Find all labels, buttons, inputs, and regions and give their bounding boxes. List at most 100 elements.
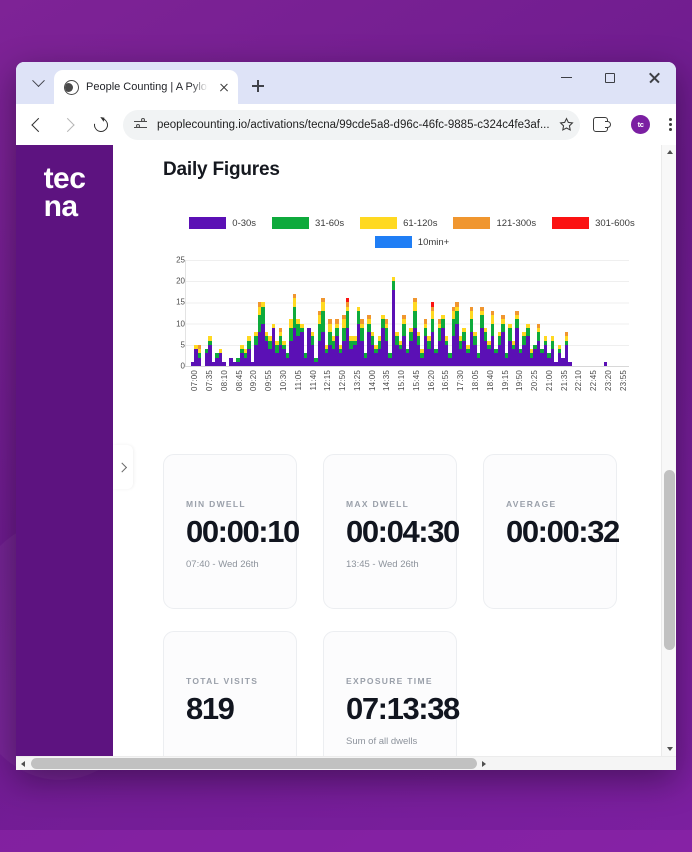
x-tick-label: 14:35 bbox=[382, 370, 391, 391]
stat-card: MIN DWELL00:00:1007:40 - Wed 26th bbox=[163, 454, 297, 609]
back-button[interactable] bbox=[22, 110, 52, 140]
browser-tabstrip: People Counting | A Pylon One bbox=[16, 62, 676, 104]
x-tick-label: 12:50 bbox=[338, 370, 347, 391]
chart-bars bbox=[186, 260, 629, 366]
site-settings-icon[interactable] bbox=[134, 119, 148, 131]
legend-label: 61-120s bbox=[403, 218, 437, 229]
legend-label: 31-60s bbox=[315, 218, 344, 229]
chart-bar-segment bbox=[413, 311, 417, 328]
scroll-down-button[interactable] bbox=[662, 742, 676, 756]
chart-bar-segment bbox=[371, 336, 375, 344]
legend-item[interactable]: 0-30s bbox=[189, 217, 256, 229]
y-tick-label: 15 bbox=[176, 298, 185, 307]
x-tick-label: 08:10 bbox=[220, 370, 229, 391]
scroll-right-button[interactable] bbox=[477, 757, 491, 771]
stat-card-label: EXPOSURE TIME bbox=[346, 676, 456, 686]
x-tick-label: 21:00 bbox=[545, 370, 554, 391]
horizontal-scrollbar[interactable] bbox=[16, 756, 676, 770]
logo-line-2: na bbox=[44, 193, 86, 221]
minimize-icon bbox=[561, 77, 572, 79]
dwell-time-chart: 0-30s 31-60s 61-120s 121-300s 301-600s 10min… bbox=[163, 217, 661, 410]
close-button[interactable] bbox=[632, 62, 676, 93]
chart-bar-segment bbox=[293, 298, 297, 306]
chart-bar-segment bbox=[515, 319, 519, 327]
chart-bar-segment bbox=[470, 311, 474, 319]
chart-bar-segment bbox=[247, 341, 251, 349]
chart-bar-segment bbox=[431, 311, 435, 319]
chart-bar[interactable] bbox=[198, 345, 202, 366]
x-tick-label: 18:40 bbox=[486, 370, 495, 391]
page-title: Daily Figures bbox=[163, 159, 661, 181]
legend-item[interactable]: 10min+ bbox=[375, 236, 449, 248]
x-tick-label: 08:45 bbox=[235, 370, 244, 391]
vertical-scrollbar-thumb[interactable] bbox=[664, 470, 675, 650]
x-tick-label: 21:35 bbox=[560, 370, 569, 391]
x-tick-label: 23:20 bbox=[604, 370, 613, 391]
legend-item[interactable]: 121-300s bbox=[453, 217, 536, 229]
legend-swatch bbox=[375, 236, 412, 248]
chart-plot-area bbox=[185, 260, 629, 366]
sidebar-expand-button[interactable] bbox=[113, 445, 133, 489]
browser-window: People Counting | A Pylon One peoplecoun… bbox=[16, 62, 676, 770]
profile-button[interactable]: tc bbox=[627, 111, 655, 139]
caret-right-icon bbox=[482, 761, 486, 767]
minimize-button[interactable] bbox=[544, 62, 588, 93]
stat-card-subtext: Sum of all dwells bbox=[346, 736, 456, 747]
maximize-button[interactable] bbox=[588, 62, 632, 93]
chart-bar-segment bbox=[431, 319, 435, 332]
legend-label: 0-30s bbox=[232, 218, 256, 229]
x-tick-label: 09:55 bbox=[264, 370, 273, 391]
chevron-right-icon bbox=[117, 462, 127, 472]
extensions-button[interactable] bbox=[587, 111, 615, 139]
bookmark-star-icon[interactable] bbox=[559, 117, 574, 132]
stat-card-value: 00:04:30 bbox=[346, 516, 456, 549]
legend-item[interactable]: 301-600s bbox=[552, 217, 635, 229]
stat-card-label: MIN DWELL bbox=[186, 499, 296, 509]
chart-bar-segment bbox=[508, 328, 512, 341]
chart-bar-segment bbox=[328, 324, 332, 332]
tecna-logo: tec na bbox=[44, 165, 86, 770]
chart-bar-segment bbox=[491, 315, 495, 323]
address-bar[interactable]: peoplecounting.io/activations/tecna/99cd… bbox=[123, 110, 580, 140]
caret-left-icon bbox=[21, 761, 25, 767]
chart-bar-segment bbox=[367, 324, 371, 332]
horizontal-scrollbar-thumb[interactable] bbox=[31, 758, 477, 769]
browser-menu-button[interactable] bbox=[657, 111, 676, 139]
chart-x-axis: 07:0007:3508:1008:4509:2009:5510:3011:05… bbox=[185, 366, 629, 410]
browser-tab[interactable]: People Counting | A Pylon One bbox=[54, 70, 238, 104]
legend-swatch bbox=[552, 217, 589, 229]
chart-bar-segment bbox=[480, 315, 484, 328]
vertical-scrollbar[interactable] bbox=[661, 145, 676, 756]
new-tab-button[interactable] bbox=[244, 72, 272, 100]
chart-bar-segment bbox=[491, 324, 495, 337]
tab-search-button[interactable] bbox=[24, 69, 52, 97]
chart-bar-segment bbox=[501, 324, 505, 332]
tab-close-icon[interactable] bbox=[215, 79, 232, 96]
browser-toolbar: peoplecounting.io/activations/tecna/99cd… bbox=[16, 104, 676, 145]
stat-card-value: 07:13:38 bbox=[346, 693, 456, 726]
legend-swatch bbox=[189, 217, 226, 229]
chart-plot: 0510152025 bbox=[163, 260, 661, 366]
chart-bar-segment bbox=[311, 336, 315, 344]
globe-icon bbox=[64, 80, 79, 95]
x-tick-label: 22:45 bbox=[589, 370, 598, 391]
chart-bar-segment bbox=[441, 319, 445, 327]
legend-swatch bbox=[453, 217, 490, 229]
tab-title: People Counting | A Pylon One bbox=[86, 81, 208, 93]
reload-icon bbox=[91, 115, 110, 134]
reload-button[interactable] bbox=[86, 110, 116, 140]
y-tick-label: 25 bbox=[176, 256, 185, 265]
stat-card-value: 819 bbox=[186, 693, 296, 726]
chart-legend-row-2: 10min+ bbox=[163, 236, 661, 248]
legend-swatch bbox=[360, 217, 397, 229]
legend-item[interactable]: 61-120s bbox=[360, 217, 437, 229]
x-tick-label: 09:20 bbox=[249, 370, 258, 391]
scroll-up-button[interactable] bbox=[662, 145, 676, 159]
legend-item[interactable]: 31-60s bbox=[272, 217, 344, 229]
scroll-left-button[interactable] bbox=[16, 757, 30, 771]
x-tick-label: 11:40 bbox=[309, 370, 318, 390]
chart-bar-segment bbox=[424, 328, 428, 336]
chart-bar-segment bbox=[385, 328, 389, 341]
forward-button[interactable] bbox=[54, 110, 84, 140]
y-tick-label: 10 bbox=[176, 319, 185, 328]
